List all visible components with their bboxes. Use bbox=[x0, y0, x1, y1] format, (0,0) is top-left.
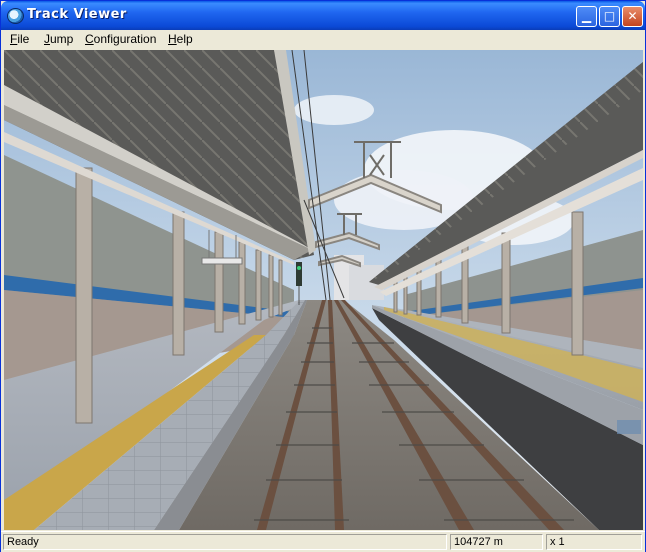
menu-jump-label: ump bbox=[50, 32, 74, 46]
station-scene bbox=[4, 50, 643, 530]
menu-help-label: elp bbox=[176, 32, 193, 46]
menu-configuration[interactable]: Configuration bbox=[85, 32, 156, 46]
track-viewer-window: Track Viewer ▁ □ ✕ File Jump Configurati… bbox=[0, 0, 646, 552]
title-bar[interactable]: Track Viewer ▁ □ ✕ bbox=[1, 1, 645, 30]
menu-help-accel: H bbox=[168, 32, 177, 46]
close-button[interactable]: ✕ bbox=[622, 6, 643, 27]
window-title: Track Viewer bbox=[27, 7, 127, 22]
menu-jump[interactable]: Jump bbox=[44, 32, 73, 46]
distance-readout: 104727 m bbox=[450, 534, 543, 550]
menu-help[interactable]: Help bbox=[168, 32, 193, 46]
menu-file[interactable]: File bbox=[10, 32, 29, 46]
status-text: Ready bbox=[3, 534, 447, 550]
status-bar: Ready 104727 m x 1 bbox=[1, 531, 645, 552]
menu-configuration-label: onfiguration bbox=[93, 32, 157, 46]
menu-bar: File Jump Configuration Help bbox=[1, 30, 645, 50]
minimize-button[interactable]: ▁ bbox=[576, 6, 597, 27]
track-3d-view[interactable] bbox=[4, 50, 643, 530]
app-icon bbox=[7, 8, 24, 24]
menu-configuration-accel: C bbox=[85, 32, 94, 46]
maximize-button[interactable]: □ bbox=[599, 6, 620, 27]
speed-multiplier: x 1 bbox=[546, 534, 642, 550]
menu-file-label: ile bbox=[17, 32, 30, 46]
